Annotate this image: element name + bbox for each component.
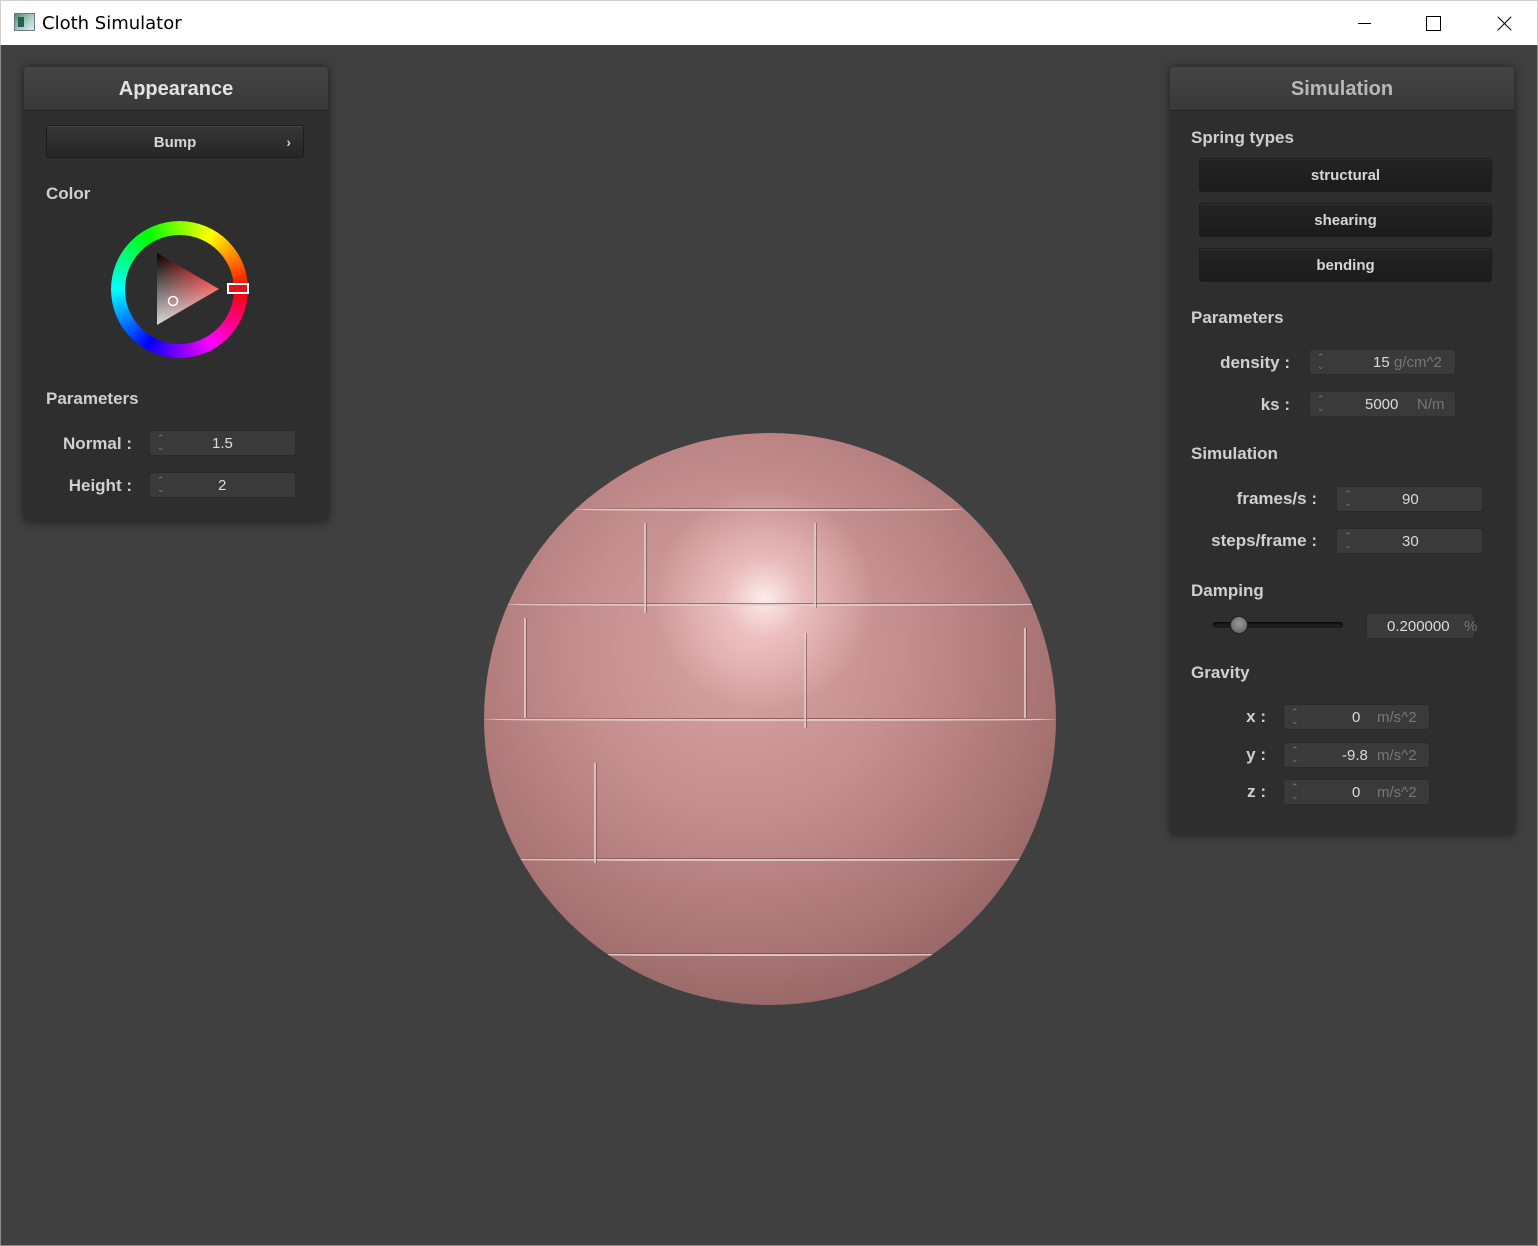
spinner-icon[interactable]: ⌃ ⌄ — [1291, 783, 1299, 801]
simulation-parameters-label: Parameters — [1191, 308, 1284, 327]
shearing-toggle-button[interactable]: shearing — [1199, 203, 1492, 237]
chevron-right-icon: › — [286, 134, 291, 150]
simulation-panel-title[interactable]: Simulation — [1170, 67, 1514, 111]
simulation-section-label: Simulation — [1191, 444, 1278, 463]
appearance-panel: Appearance Bump › Color Parameters Norma… — [24, 67, 328, 522]
spinner-icon[interactable]: ⌃ ⌄ — [1317, 353, 1325, 371]
gravity-x-input[interactable]: ⌃ ⌄ 0 m/s^2 — [1283, 704, 1430, 730]
ks-label: ks : — [1260, 395, 1290, 414]
gravity-y-input[interactable]: ⌃ ⌄ -9.8 m/s^2 — [1283, 742, 1430, 768]
frames-per-second-value: 90 — [1402, 491, 1419, 508]
damping-slider-handle[interactable] — [1230, 616, 1248, 634]
gravity-y-unit: m/s^2 — [1377, 747, 1417, 764]
ks-value: 5000 — [1365, 396, 1399, 413]
gravity-x-value: 0 — [1352, 709, 1361, 726]
gravity-x-label: x : — [1246, 707, 1266, 726]
normal-label: Normal : — [63, 434, 132, 453]
height-input[interactable]: ⌃ ⌄ 2 — [149, 472, 296, 498]
minimize-button[interactable] — [1329, 1, 1399, 46]
steps-per-frame-input[interactable]: ⌃ ⌄ 30 — [1336, 528, 1483, 554]
shader-select-label: Bump — [153, 134, 197, 151]
damping-unit: % — [1464, 618, 1478, 635]
color-triangle[interactable] — [155, 251, 221, 327]
spinner-icon[interactable]: ⌃ ⌄ — [1344, 532, 1352, 550]
gravity-x-unit: m/s^2 — [1377, 709, 1417, 726]
spinner-icon[interactable]: ⌃ ⌄ — [1344, 490, 1352, 508]
title-bar: Cloth Simulator — [0, 0, 1538, 45]
structural-toggle-button[interactable]: structural — [1199, 158, 1492, 192]
spinner-icon[interactable]: ⌃ ⌄ — [1291, 708, 1299, 726]
appearance-panel-title[interactable]: Appearance — [24, 67, 328, 111]
frames-per-second-label: frames/s : — [1236, 489, 1317, 508]
gravity-y-value: -9.8 — [1342, 747, 1368, 764]
color-section-label: Color — [46, 184, 91, 203]
height-value: 2 — [218, 477, 227, 494]
steps-per-frame-value: 30 — [1402, 533, 1419, 550]
window-title: Cloth Simulator — [42, 13, 182, 34]
maximize-button[interactable] — [1398, 1, 1468, 46]
ks-input[interactable]: ⌃ ⌄ 5000 N/m — [1309, 391, 1456, 417]
density-label: density : — [1220, 353, 1290, 372]
gravity-z-label: z : — [1247, 782, 1266, 801]
steps-per-frame-label: steps/frame : — [1211, 531, 1317, 550]
hue-handle[interactable] — [227, 283, 249, 294]
spinner-icon[interactable]: ⌃ ⌄ — [1317, 395, 1325, 413]
normal-input[interactable]: ⌃ ⌄ 1.5 — [149, 430, 296, 456]
ks-unit: N/m — [1417, 396, 1445, 413]
color-wheel[interactable] — [111, 221, 249, 358]
density-value: 15 — [1373, 354, 1390, 371]
height-label: Height : — [68, 476, 132, 495]
density-input[interactable]: ⌃ ⌄ 15 g/cm^2 — [1309, 349, 1456, 375]
spinner-icon[interactable]: ⌃ ⌄ — [157, 434, 165, 452]
gravity-z-value: 0 — [1352, 784, 1361, 801]
gravity-y-label: y : — [1246, 745, 1266, 764]
bump-mapped-sphere — [484, 433, 1056, 1005]
app-icon — [14, 13, 35, 31]
spinner-icon[interactable]: ⌃ ⌄ — [1291, 746, 1299, 764]
spinner-icon[interactable]: ⌃ ⌄ — [157, 476, 165, 494]
simulation-panel: Simulation Spring types structural shear… — [1170, 67, 1514, 835]
shader-select-button[interactable]: Bump › — [46, 125, 304, 158]
spring-types-label: Spring types — [1191, 128, 1294, 147]
bending-toggle-button[interactable]: bending — [1199, 248, 1492, 282]
damping-value: 0.200000 — [1387, 618, 1450, 635]
appearance-parameters-label: Parameters — [46, 389, 139, 408]
frames-per-second-input[interactable]: ⌃ ⌄ 90 — [1336, 486, 1483, 512]
damping-label: Damping — [1191, 581, 1264, 600]
close-button[interactable] — [1468, 1, 1538, 46]
gravity-label: Gravity — [1191, 663, 1250, 682]
gravity-z-input[interactable]: ⌃ ⌄ 0 m/s^2 — [1283, 779, 1430, 805]
damping-input[interactable]: 0.200000 % — [1366, 613, 1478, 639]
normal-value: 1.5 — [212, 435, 233, 452]
gravity-z-unit: m/s^2 — [1377, 784, 1417, 801]
density-unit: g/cm^2 — [1394, 354, 1442, 371]
